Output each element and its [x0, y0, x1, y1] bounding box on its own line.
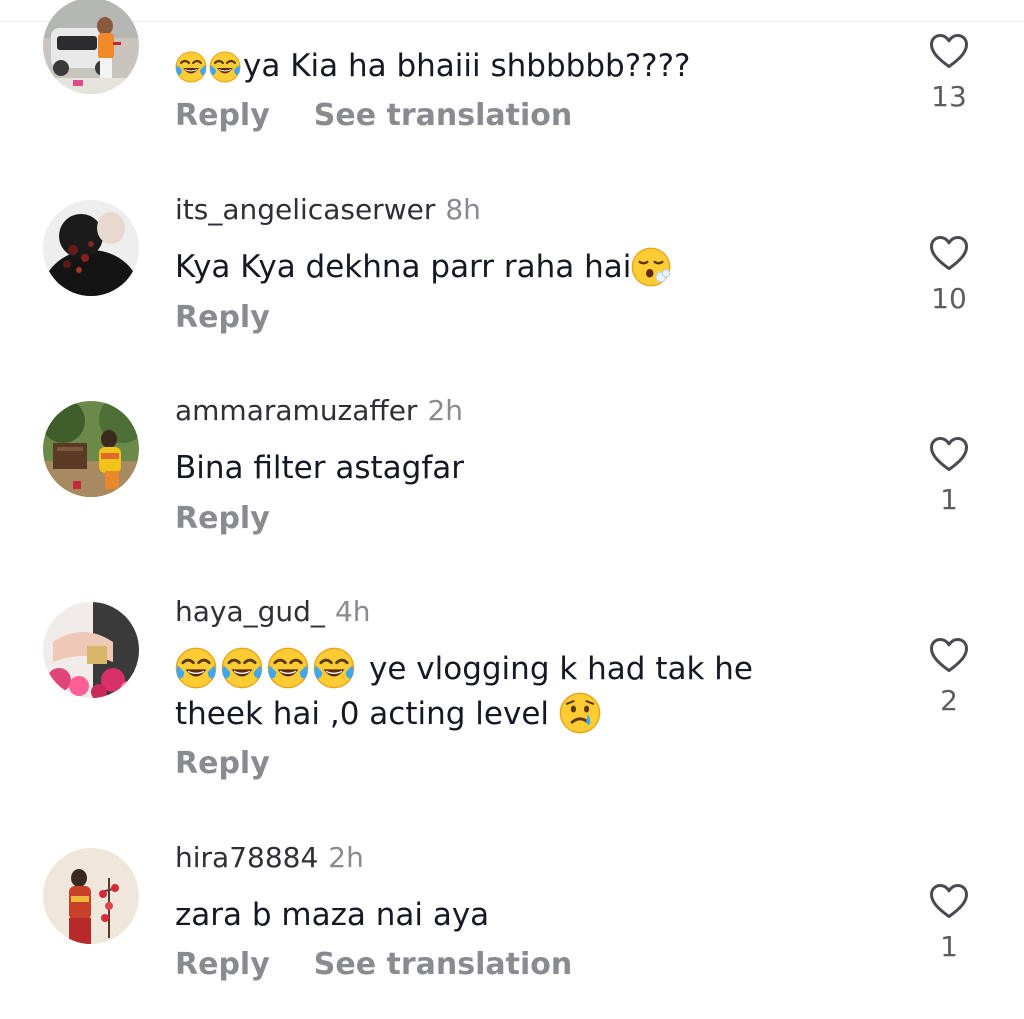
reply-button[interactable]: Reply: [175, 98, 270, 133]
comment-text: zara b maza nai aya: [175, 892, 489, 938]
reply-button[interactable]: Reply: [175, 300, 270, 335]
timestamp: 8h: [445, 193, 481, 226]
comment-text: Kya Kya dekhna parr raha hai: [175, 244, 673, 290]
like-count: 10: [931, 282, 967, 315]
face-with-tears-of-joy-icon: [313, 647, 355, 689]
heart-icon[interactable]: [928, 882, 970, 920]
face-exhaling-icon: [631, 247, 672, 287]
like-count: 1: [940, 483, 958, 516]
timestamp: 4h: [334, 595, 371, 628]
comment-actions: Reply: [175, 300, 270, 336]
comment-text-body: Bina filter astagfar: [175, 450, 464, 486]
reply-button[interactable]: Reply: [175, 947, 270, 982]
like-button[interactable]: 10: [920, 234, 978, 316]
username[interactable]: haya_gud_: [175, 595, 325, 628]
like-count: 1: [940, 930, 958, 963]
comment-actions: Reply: [175, 501, 270, 537]
face-with-tears-of-joy-icon: [209, 51, 241, 83]
comment-meta: haya_gud_ 4h: [175, 595, 371, 629]
comment-text-body: Kya Kya dekhna parr raha hai: [175, 249, 632, 285]
crying-face-icon: [559, 692, 601, 734]
avatar[interactable]: [43, 602, 139, 698]
see-translation-button[interactable]: See translation: [314, 98, 572, 133]
heart-icon[interactable]: [928, 636, 970, 674]
top-divider: [0, 21, 1024, 22]
comment-actions: Reply See translation: [175, 947, 572, 983]
comment-text-line1: ye vlogging k had tak he: [369, 651, 754, 687]
username[interactable]: its_angelicaserwer: [175, 193, 435, 226]
face-with-tears-of-joy-icon: [175, 51, 207, 83]
timestamp: 2h: [328, 841, 364, 874]
like-button[interactable]: 13: [920, 32, 978, 114]
comment-text: Bina filter astagfar: [175, 445, 464, 491]
username[interactable]: hira78884: [175, 841, 318, 874]
comment-actions: Reply See translation: [175, 98, 572, 134]
avatar[interactable]: [43, 0, 139, 94]
heart-icon[interactable]: [928, 234, 970, 272]
reply-button[interactable]: Reply: [175, 746, 270, 781]
comment-meta: ammaramuzaffer 2h: [175, 394, 463, 428]
avatar[interactable]: [43, 200, 139, 296]
avatar[interactable]: [43, 401, 139, 497]
heart-icon[interactable]: [928, 32, 970, 70]
comment-text: ye vlogging k had tak he: [175, 646, 753, 692]
face-with-tears-of-joy-icon: [175, 647, 217, 689]
face-with-tears-of-joy-icon: [267, 647, 309, 689]
username[interactable]: ammaramuzaffer: [175, 394, 417, 427]
heart-icon[interactable]: [928, 435, 970, 473]
comment-text-body: ya Kia ha bhaiii shbbbbb????: [243, 48, 691, 84]
reply-button[interactable]: Reply: [175, 501, 270, 536]
face-with-tears-of-joy-icon: [221, 647, 263, 689]
like-count: 2: [940, 684, 958, 717]
timestamp: 2h: [427, 394, 464, 427]
see-translation-button[interactable]: See translation: [314, 947, 572, 982]
comment-text: ya Kia ha bhaiii shbbbbb????: [175, 43, 691, 89]
like-count: 13: [931, 80, 967, 113]
comment-meta: its_angelicaserwer 8h: [175, 193, 481, 227]
like-button[interactable]: 2: [920, 636, 978, 718]
like-button[interactable]: 1: [920, 882, 978, 964]
comment-text-body: zara b maza nai aya: [175, 897, 490, 933]
avatar[interactable]: [43, 848, 139, 944]
comment-text-line2: theek hai ,0 acting level: [175, 696, 549, 732]
comment-meta: hira78884 2h: [175, 841, 364, 875]
comment-text: theek hai ,0 acting level: [175, 691, 603, 737]
comment-actions: Reply: [175, 746, 270, 782]
like-button[interactable]: 1: [920, 435, 978, 517]
